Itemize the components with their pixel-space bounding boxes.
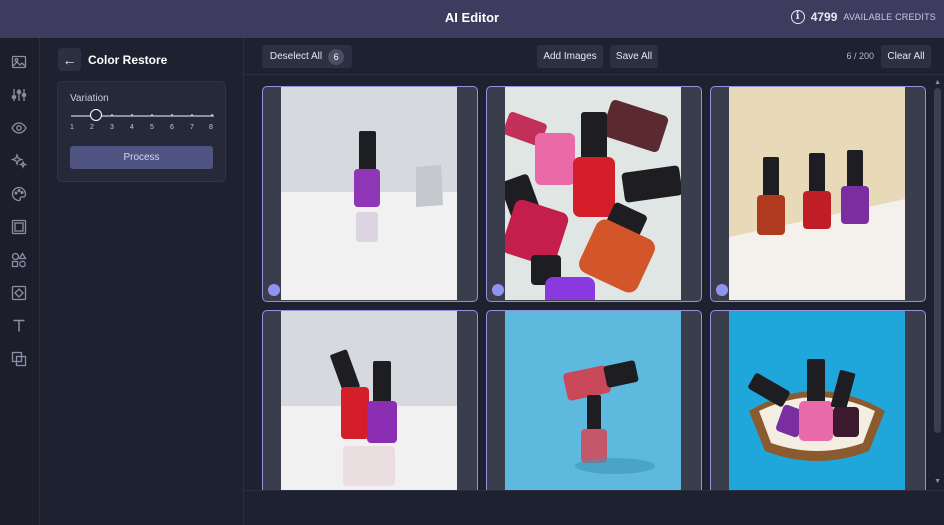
back-button[interactable]: ← bbox=[58, 48, 81, 71]
scroll-up-icon[interactable]: ▲ bbox=[934, 79, 941, 86]
panel-title: Color Restore bbox=[88, 53, 168, 67]
slider-tick-label: 5 bbox=[150, 124, 154, 131]
frame-icon[interactable] bbox=[11, 219, 27, 235]
info-icon[interactable]: i bbox=[790, 10, 805, 24]
save-all-button[interactable]: Save All bbox=[610, 45, 658, 68]
gallery-toolbar: Deselect All 6 Add Images Save All 6 / 2… bbox=[244, 38, 944, 75]
image-tile[interactable] bbox=[262, 86, 478, 302]
image-tile[interactable] bbox=[710, 310, 926, 490]
credits-value: 4799 bbox=[810, 10, 838, 24]
scroll-down-icon[interactable]: ▼ bbox=[934, 478, 941, 485]
slider-tick-mark bbox=[211, 114, 213, 116]
slider-tick-mark bbox=[151, 114, 153, 116]
main-area: Deselect All 6 Add Images Save All 6 / 2… bbox=[244, 38, 944, 525]
slider-tick-label: 8 bbox=[209, 124, 213, 131]
slider-thumb[interactable] bbox=[90, 109, 102, 121]
sparkle-icon[interactable] bbox=[11, 153, 27, 169]
image-thumbnail bbox=[281, 87, 457, 300]
tool-rail bbox=[0, 38, 40, 525]
slider-tick-label: 4 bbox=[130, 124, 134, 131]
image-thumbnail bbox=[505, 311, 681, 490]
palette-icon[interactable] bbox=[11, 186, 27, 202]
image-thumbnail bbox=[729, 311, 905, 490]
slider-tick-mark bbox=[111, 114, 113, 116]
image-grid bbox=[262, 86, 928, 490]
add-images-button[interactable]: Add Images bbox=[537, 45, 603, 68]
crop-icon[interactable] bbox=[11, 285, 27, 301]
slider-tick-label: 3 bbox=[110, 124, 114, 131]
image-icon[interactable] bbox=[11, 54, 27, 70]
deselect-all-button[interactable]: Deselect All 6 bbox=[262, 45, 352, 68]
arrow-left-icon: ← bbox=[62, 51, 77, 68]
selected-count-badge: 6 bbox=[328, 48, 345, 65]
bottom-strip bbox=[244, 490, 944, 525]
slider-tick-label: 2 bbox=[90, 124, 94, 131]
image-tile[interactable] bbox=[486, 310, 702, 490]
sliders-icon[interactable] bbox=[11, 87, 27, 103]
credits-label: AVAILABLE CREDITS bbox=[843, 12, 936, 22]
variation-label: Variation bbox=[70, 93, 109, 104]
text-icon[interactable] bbox=[11, 318, 27, 334]
slider-tick-label: 6 bbox=[170, 124, 174, 131]
image-tile[interactable] bbox=[710, 86, 926, 302]
credits-display: i 4799 AVAILABLE CREDITS bbox=[790, 10, 936, 24]
top-header: AI Editor i 4799 AVAILABLE CREDITS bbox=[0, 0, 944, 38]
settings-panel: ← Color Restore Variation 1 2 3 4 5 6 7 … bbox=[40, 38, 244, 525]
slider-tick-label: 1 bbox=[70, 124, 74, 131]
eye-icon[interactable] bbox=[11, 120, 27, 136]
image-thumbnail bbox=[505, 87, 681, 300]
image-counter: 6 / 200 bbox=[846, 51, 874, 61]
clear-all-button[interactable]: Clear All bbox=[881, 45, 931, 68]
process-button[interactable]: Process bbox=[70, 146, 213, 169]
deselect-all-label: Deselect All bbox=[269, 51, 323, 62]
image-thumbnail bbox=[281, 311, 457, 490]
slider-tick-mark bbox=[191, 114, 193, 116]
layers-icon[interactable] bbox=[11, 351, 27, 367]
variation-card: Variation 1 2 3 4 5 6 7 8 Process bbox=[57, 81, 226, 182]
slider-tick-label: 7 bbox=[190, 124, 194, 131]
gallery-scrollbar[interactable] bbox=[934, 88, 941, 433]
image-tile[interactable] bbox=[486, 86, 702, 302]
image-thumbnail bbox=[729, 87, 905, 300]
selection-indicator[interactable] bbox=[268, 284, 280, 296]
slider-tick-mark bbox=[171, 114, 173, 116]
slider-tick-mark bbox=[131, 114, 133, 116]
selection-indicator[interactable] bbox=[716, 284, 728, 296]
selection-indicator[interactable] bbox=[492, 284, 504, 296]
image-tile[interactable] bbox=[262, 310, 478, 490]
shapes-icon[interactable] bbox=[11, 252, 27, 268]
